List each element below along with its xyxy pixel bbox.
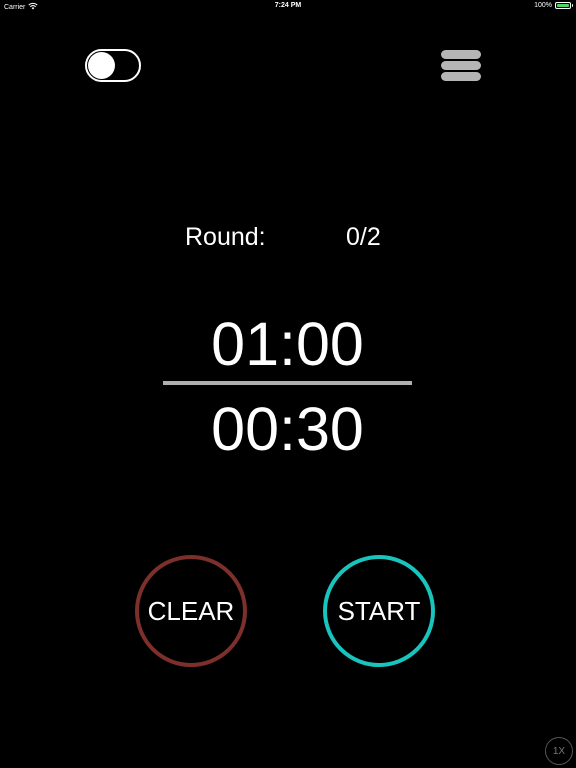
- speed-label: 1X: [552, 745, 566, 757]
- timer-screen: Carrier 7:24 PM 100% Round: 0/2 01:00 00…: [0, 0, 576, 768]
- menu-bar-bottom: [441, 72, 481, 81]
- rest-time[interactable]: 00:30: [163, 393, 412, 465]
- round-label: Round:: [185, 223, 266, 251]
- battery-icon: [555, 2, 573, 9]
- speed-button[interactable]: 1X: [545, 737, 573, 765]
- status-bar: Carrier 7:24 PM 100%: [0, 0, 576, 14]
- start-button-label: START: [337, 595, 421, 626]
- time-divider: [163, 381, 412, 385]
- status-right: 100%: [534, 2, 573, 9]
- menu-bar-top: [441, 50, 481, 59]
- clear-button-label: CLEAR: [147, 595, 235, 626]
- start-button[interactable]: START: [323, 555, 435, 667]
- mode-toggle[interactable]: [85, 49, 141, 82]
- hamburger-menu-icon[interactable]: [441, 50, 481, 82]
- status-time: 7:24 PM: [274, 2, 302, 9]
- clear-button[interactable]: CLEAR: [135, 555, 247, 667]
- battery-fill: [557, 4, 569, 7]
- menu-bar-middle: [441, 61, 481, 70]
- toggle-knob: [88, 52, 115, 79]
- battery-percent: 100%: [534, 2, 552, 9]
- round-counter: 0/2: [346, 223, 381, 251]
- work-time[interactable]: 01:00: [163, 308, 412, 380]
